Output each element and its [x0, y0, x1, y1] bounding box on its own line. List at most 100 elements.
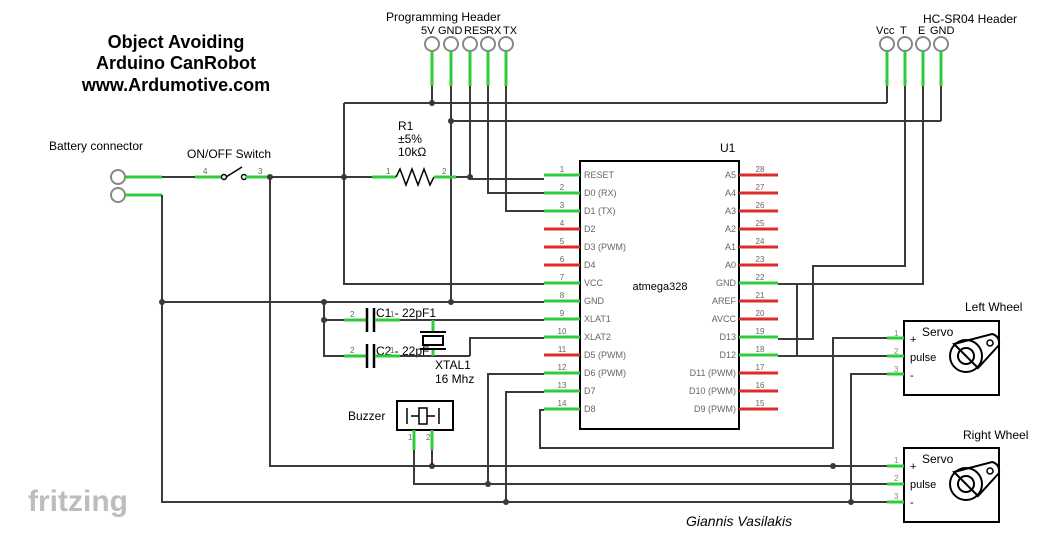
mcu-pin-number: 13 — [558, 381, 567, 390]
cap-c1-label: C1 - 22pF1 — [376, 306, 436, 320]
mcu-pin-name: RESET — [584, 170, 615, 180]
crystal-ref: XTAL1 — [435, 358, 471, 372]
resistor-value: 10kΩ — [398, 145, 426, 159]
servo-right-pin-3: 3 — [894, 492, 899, 501]
prog-pin-5v: 5V — [421, 25, 435, 37]
title-line-1: Object Avoiding — [108, 32, 245, 52]
servo-left-label: Servo — [922, 325, 954, 339]
servo-left-pin-pulse: pulse — [910, 352, 936, 364]
on-off-switch: 4 3 — [195, 166, 270, 181]
mcu-pin-name: D3 (PWM) — [584, 242, 626, 252]
mcu-pin-name: A3 — [725, 206, 736, 216]
battery-connector-label: Battery connector — [49, 139, 143, 153]
mcu-pin-name: D0 (RX) — [584, 188, 617, 198]
right-wheel-heading: Right Wheel — [963, 428, 1028, 442]
mcu-pin-number: 26 — [756, 201, 765, 210]
resistor-r1: 1 2 — [372, 166, 456, 188]
mcu-pin-number: 5 — [560, 237, 565, 246]
crystal-value: 16 Mhz — [435, 372, 474, 386]
mcu-pin-name: AREF — [712, 296, 737, 306]
mcu-pin-name: D5 (PWM) — [584, 350, 626, 360]
mcu-pin-number: 8 — [560, 291, 565, 300]
programming-header-pins: 5V GND RES RX TX — [421, 25, 518, 86]
buzzer-label: Buzzer — [348, 409, 385, 423]
mcu-pin-name: D12 — [719, 350, 736, 360]
hc-pin-e: E — [918, 25, 925, 37]
mcu-pin-number: 9 — [560, 309, 565, 318]
servo-right-pin-plus: + — [910, 461, 916, 473]
servo-left-pin-plus: + — [910, 334, 916, 346]
mcu-pin-name: A0 — [725, 260, 736, 270]
mcu-ref: U1 — [720, 141, 736, 155]
hc-pin-vcc: Vcc — [876, 25, 895, 37]
mcu-pin-number: 18 — [756, 345, 765, 354]
mcu-pin-number: 16 — [756, 381, 765, 390]
prog-pin-gnd: GND — [438, 25, 463, 37]
mcu-pin-name: A1 — [725, 242, 736, 252]
cap-c2-pin-2: 1 — [390, 346, 395, 355]
mcu-pin-number: 12 — [558, 363, 567, 372]
mcu-pin-number: 7 — [560, 273, 565, 282]
mcu-pin-name: A2 — [725, 224, 736, 234]
mcu-pin-number: 27 — [756, 183, 765, 192]
buzzer-pin-2: 2 — [426, 433, 431, 442]
mcu-pin-name: D2 — [584, 224, 596, 234]
mcu-pin-number: 14 — [558, 399, 567, 408]
capacitor-c1: 2 1 — [344, 308, 400, 332]
cap-c2-pin-1: 2 — [350, 346, 355, 355]
mcu-pin-name: XLAT1 — [584, 314, 611, 324]
mcu-pin-name: D4 — [584, 260, 596, 270]
buzzer-pin-1: 1 — [408, 433, 413, 442]
prog-pin-rx: RX — [486, 25, 502, 37]
mcu-pin-number: 3 — [560, 201, 565, 210]
left-wheel-heading: Left Wheel — [965, 300, 1022, 314]
mcu-pin-number: 21 — [756, 291, 765, 300]
capacitor-c2: 2 1 — [344, 344, 400, 368]
title-line-3: www.Ardumotive.com — [81, 75, 270, 95]
switch-pin-b: 3 — [258, 167, 263, 176]
hcsr04-header-title: HC-SR04 Header — [923, 12, 1017, 26]
mcu-pin-number: 23 — [756, 255, 765, 264]
servo-right-pin-2: 2 — [894, 474, 899, 483]
prog-pin-tx: TX — [503, 25, 518, 37]
mcu-pin-name: D1 (TX) — [584, 206, 616, 216]
mcu-pin-name: A4 — [725, 188, 736, 198]
mcu-pin-number: 4 — [560, 219, 565, 228]
mcu-pin-name: XLAT2 — [584, 332, 611, 342]
mcu-pin-name: D8 — [584, 404, 596, 414]
mcu-pin-number: 22 — [756, 273, 765, 282]
author-signature: Giannis Vasilakis — [686, 513, 792, 529]
mcu-pin-number: 1 — [560, 165, 565, 174]
battery-connector — [110, 169, 162, 203]
mcu-pin-number: 28 — [756, 165, 765, 174]
servo-right: Servo + pulse - 1 2 3 — [887, 447, 1001, 523]
mcu-pin-name: AVCC — [712, 314, 737, 324]
mcu-pin-name: D7 — [584, 386, 596, 396]
resistor-pin-1: 1 — [386, 167, 391, 176]
servo-left-pin-minus: - — [910, 370, 914, 382]
mcu-pin-name: D13 — [719, 332, 736, 342]
mcu-pin-number: 11 — [558, 345, 567, 354]
mcu-pin-number: 2 — [560, 183, 565, 192]
programming-header-title: Programming Header — [386, 10, 501, 24]
hcsr04-header-pins: Vcc T E GND — [876, 25, 955, 86]
resistor-tolerance: ±5% — [398, 132, 422, 146]
mcu-name: atmega328 — [632, 281, 687, 293]
switch-pin-a: 4 — [203, 167, 208, 176]
resistor-pin-2: 2 — [442, 167, 447, 176]
servo-right-pin-1: 1 — [894, 456, 899, 465]
mcu-pin-name: D10 (PWM) — [689, 386, 736, 396]
fritzing-logo: fritzing — [28, 485, 128, 518]
schematic-canvas: Object Avoiding Arduino CanRobot www.Ard… — [28, 10, 1028, 529]
mcu-pin-name: D9 (PWM) — [694, 404, 736, 414]
cap-c1-pin-1: 2 — [350, 310, 355, 319]
title-line-2: Arduino CanRobot — [96, 53, 256, 73]
cap-c1-pin-2: 1 — [390, 310, 395, 319]
mcu-pin-number: 25 — [756, 219, 765, 228]
mcu-pin-number: 17 — [756, 363, 765, 372]
prog-pin-res: RES — [464, 25, 487, 37]
servo-left: Servo + pulse - 1 2 3 — [887, 320, 1001, 396]
mcu-pin-number: 20 — [756, 309, 765, 318]
mcu-pin-number: 15 — [756, 399, 765, 408]
buzzer: 1 2 — [396, 400, 454, 450]
